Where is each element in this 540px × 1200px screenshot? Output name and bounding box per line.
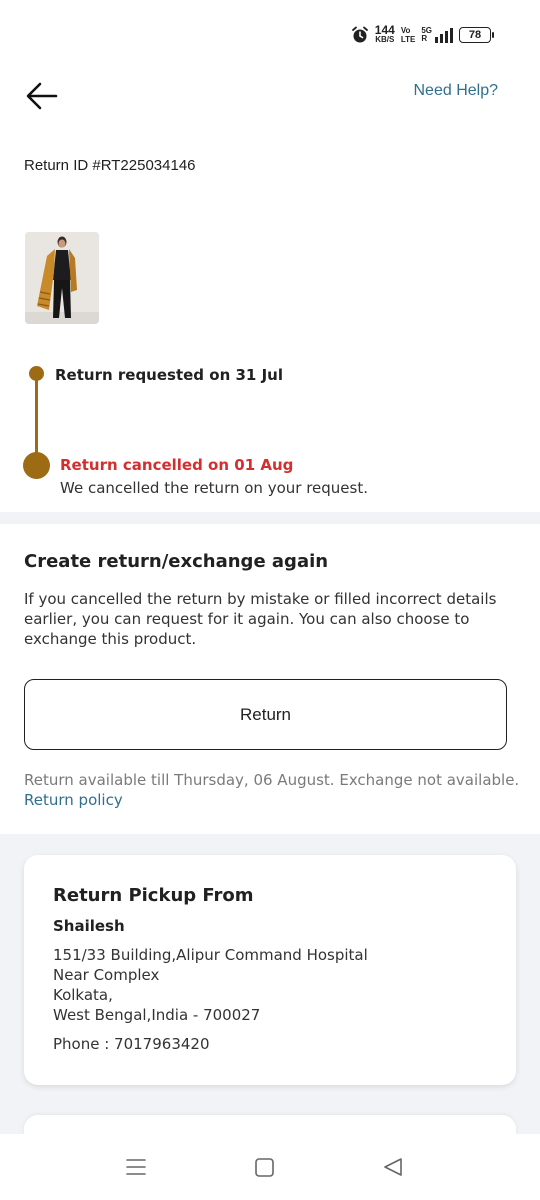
- timeline-step-cancelled-note: We cancelled the return on your request.: [60, 479, 368, 497]
- pickup-name: Shailesh: [53, 917, 125, 935]
- return-id: Return ID #RT225034146: [24, 157, 196, 174]
- net-speed-unit: KB/S: [375, 35, 395, 44]
- system-nav-bar: [0, 1134, 540, 1200]
- volte-bottom: LTE: [400, 35, 416, 44]
- product-photo-icon: [25, 232, 99, 324]
- net-speed: 144 KB/S: [374, 23, 395, 44]
- net-speed-value: 144: [374, 23, 395, 37]
- return-policy-link[interactable]: Return policy: [24, 791, 123, 809]
- address-line: Near Complex: [53, 966, 160, 984]
- product-image[interactable]: [25, 232, 99, 324]
- volte-top: Vo: [400, 26, 411, 35]
- battery-level: 78: [459, 27, 491, 43]
- address-line: Kolkata,: [53, 986, 113, 1004]
- home-icon[interactable]: [255, 1158, 274, 1177]
- status-bar: 144 KB/S Vo LTE 5G R 78: [0, 0, 540, 70]
- return-availability: Return available till Thursday, 06 Augus…: [24, 771, 520, 789]
- signal-bottom: R: [421, 34, 428, 43]
- status-icons: 144 KB/S Vo LTE 5G R 78: [351, 23, 494, 44]
- return-timeline: Return requested on 31 Jul Return cancel…: [0, 360, 540, 510]
- arrow-left-icon[interactable]: [24, 78, 60, 114]
- alarm-icon: [351, 26, 368, 43]
- need-help-link[interactable]: Need Help?: [414, 82, 499, 100]
- pickup-phone: Phone : 7017963420: [53, 1035, 210, 1053]
- signal-icon: 5G R: [421, 27, 453, 43]
- timeline-step-requested: Return requested on 31 Jul: [55, 366, 283, 384]
- volte-indicator: Vo LTE: [401, 26, 416, 44]
- return-button[interactable]: Return: [24, 679, 507, 750]
- create-again-description: If you cancelled the return by mistake o…: [24, 590, 497, 648]
- create-again-title: Create return/exchange again: [24, 551, 329, 572]
- pickup-title: Return Pickup From: [53, 885, 254, 906]
- pickup-card: Return Pickup From Shailesh 151/33 Build…: [24, 855, 516, 1085]
- back-triangle-icon[interactable]: [383, 1157, 403, 1177]
- section-divider: [0, 512, 540, 524]
- timeline-step-cancelled: Return cancelled on 01 Aug: [60, 456, 294, 474]
- timeline-dot-requested: [29, 366, 44, 381]
- battery-icon: 78: [459, 27, 494, 43]
- address-line: West Bengal,India - 700027: [53, 1006, 261, 1024]
- address-line: 151/33 Building,Alipur Command Hospital: [53, 946, 368, 964]
- menu-icon[interactable]: [126, 1158, 146, 1176]
- timeline-dot-cancelled: [23, 452, 50, 479]
